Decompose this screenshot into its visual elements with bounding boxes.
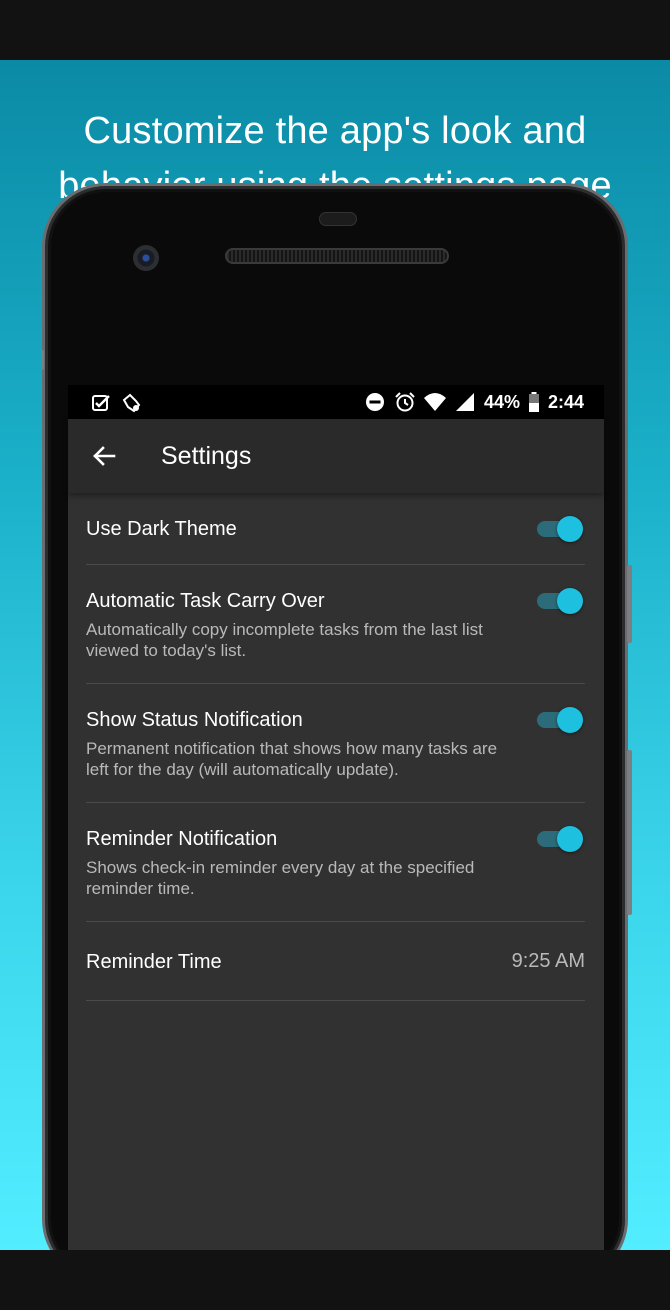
setting-dark-theme[interactable]: Use Dark Theme	[86, 493, 585, 565]
setting-description: Automatically copy incomplete tasks from…	[86, 620, 483, 660]
front-camera	[133, 245, 159, 271]
arrow-back-icon[interactable]	[88, 440, 120, 472]
toggle-reminder-notification[interactable]	[537, 826, 583, 852]
setting-title: Reminder Notification	[86, 828, 278, 850]
settings-list: Use Dark Theme Automatic Task Carry Over…	[86, 493, 585, 1001]
setting-title: Use Dark Theme	[86, 518, 237, 540]
toggle-task-carry-over[interactable]	[537, 588, 583, 614]
battery-percent: 44%	[483, 391, 520, 412]
do-not-disturb-icon	[365, 393, 384, 411]
hand-notification-icon	[122, 393, 141, 413]
top-black-band	[0, 0, 670, 60]
bottom-black-band	[0, 1250, 670, 1310]
setting-description: Permanent notification that shows how ma…	[86, 739, 498, 779]
volume-button	[627, 565, 632, 643]
reminder-time-value: 9:25 AM	[511, 950, 585, 972]
switch-thumb	[557, 707, 583, 733]
alarm-icon	[395, 392, 415, 412]
setting-reminder-notification[interactable]: Reminder Notification Shows check-in rem…	[86, 803, 585, 922]
battery-icon	[528, 392, 539, 412]
switch-thumb	[557, 588, 583, 614]
headline-line-1: Customize the app's look and	[83, 110, 587, 152]
setting-description: Shows check-in reminder every day at the…	[86, 858, 475, 898]
setting-status-notification[interactable]: Show Status Notification Permanent notif…	[86, 684, 585, 803]
power-button	[627, 750, 632, 915]
status-bar: 44% 2:44	[68, 385, 604, 419]
setting-task-carry-over[interactable]: Automatic Task Carry Over Automatically …	[86, 565, 585, 684]
setting-title: Automatic Task Carry Over	[86, 590, 325, 612]
checkbox-notification-icon	[92, 395, 110, 411]
setting-title: Show Status Notification	[86, 709, 303, 731]
switch-thumb	[557, 516, 583, 542]
top-speaker-slot	[319, 212, 357, 226]
side-notch	[41, 350, 44, 370]
status-time: 2:44	[547, 391, 584, 412]
page-title: Settings	[161, 442, 252, 470]
signal-icon	[455, 393, 474, 411]
earpiece-grille	[225, 248, 449, 264]
app-bar: Settings	[68, 419, 604, 493]
switch-thumb	[557, 826, 583, 852]
setting-title: Reminder Time	[86, 951, 222, 973]
wifi-icon	[423, 393, 446, 411]
setting-reminder-time[interactable]: Reminder Time 9:25 AM	[86, 922, 585, 1001]
toggle-status-notification[interactable]	[537, 707, 583, 733]
toggle-dark-theme[interactable]	[537, 516, 583, 542]
